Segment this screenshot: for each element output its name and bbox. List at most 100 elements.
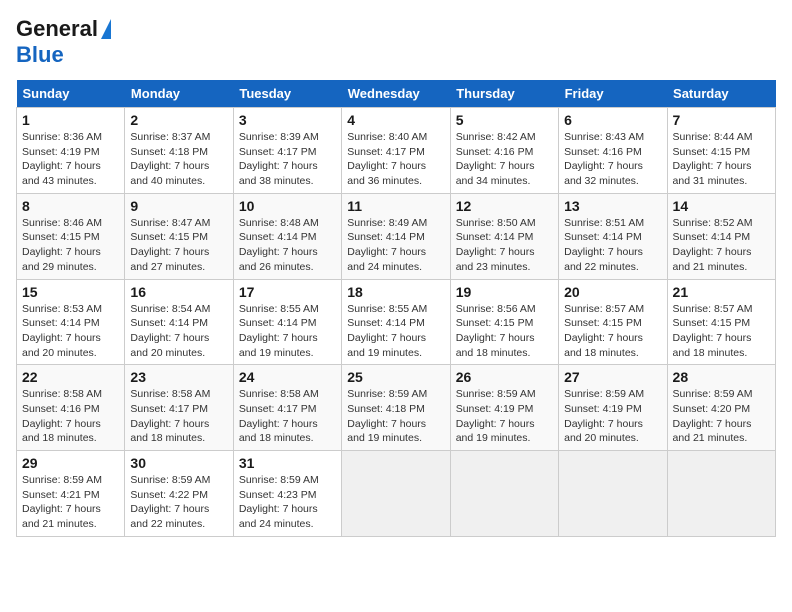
calendar-cell: 26Sunrise: 8:59 AM Sunset: 4:19 PM Dayli… (450, 365, 558, 451)
day-number: 7 (673, 112, 770, 128)
day-number: 1 (22, 112, 119, 128)
day-number: 11 (347, 198, 444, 214)
day-info: Sunrise: 8:59 AM Sunset: 4:22 PM Dayligh… (130, 473, 227, 532)
calendar-cell: 29 Sunrise: 8:59 AM Sunset: 4:21 PM Dayli… (17, 451, 125, 537)
day-info: Sunrise: 8:55 AM Sunset: 4:14 PM Dayligh… (239, 302, 336, 361)
calendar-cell: 27 Sunrise: 8:59 AM Sunset: 4:19 PM Dayli… (559, 365, 667, 451)
header-thursday: Thursday (450, 80, 558, 108)
calendar-cell: 1 Sunrise: 8:36 AM Sunset: 4:19 PM Daylig… (17, 108, 125, 194)
day-info: Sunrise: 8:59 AM Sunset: 4:19 PM Dayligh… (564, 387, 661, 446)
day-number: 2 (130, 112, 227, 128)
day-info: Sunrise: 8:36 AM Sunset: 4:19 PM Dayligh… (22, 130, 119, 189)
logo-arrow-icon (101, 19, 111, 39)
day-info: Sunrise: 8:59 AM Sunset: 4:18 PM Dayligh… (347, 387, 444, 446)
day-number: 18 (347, 284, 444, 300)
calendar-cell: 12 Sunrise: 8:50 AM Sunset: 4:14 PM Dayli… (450, 193, 558, 279)
header-tuesday: Tuesday (233, 80, 341, 108)
day-info: Sunrise: 8:52 AM Sunset: 4:14 PM Dayligh… (673, 216, 770, 275)
calendar-cell: 7 Sunrise: 8:44 AM Sunset: 4:15 PM Daylig… (667, 108, 775, 194)
calendar-cell: 15Sunrise: 8:53 AM Sunset: 4:14 PM Dayli… (17, 279, 125, 365)
day-info: Sunrise: 8:37 AM Sunset: 4:18 PM Dayligh… (130, 130, 227, 189)
week-row-1: 1 Sunrise: 8:36 AM Sunset: 4:19 PM Daylig… (17, 108, 776, 194)
day-info: Sunrise: 8:55 AM Sunset: 4:14 PM Dayligh… (347, 302, 444, 361)
calendar-cell: 31Sunrise: 8:59 AM Sunset: 4:23 PM Dayli… (233, 451, 341, 537)
calendar-cell: 18 Sunrise: 8:55 AM Sunset: 4:14 PM Dayli… (342, 279, 450, 365)
calendar-body: 1 Sunrise: 8:36 AM Sunset: 4:19 PM Daylig… (17, 108, 776, 537)
day-info: Sunrise: 8:53 AM Sunset: 4:14 PM Dayligh… (22, 302, 119, 361)
day-info: Sunrise: 8:46 AM Sunset: 4:15 PM Dayligh… (22, 216, 119, 275)
day-info: Sunrise: 8:51 AM Sunset: 4:14 PM Dayligh… (564, 216, 661, 275)
day-number: 29 (22, 455, 119, 471)
day-number: 19 (456, 284, 553, 300)
day-info: Sunrise: 8:59 AM Sunset: 4:23 PM Dayligh… (239, 473, 336, 532)
day-info: Sunrise: 8:58 AM Sunset: 4:17 PM Dayligh… (239, 387, 336, 446)
header-friday: Friday (559, 80, 667, 108)
day-info: Sunrise: 8:49 AM Sunset: 4:14 PM Dayligh… (347, 216, 444, 275)
day-info: Sunrise: 8:42 AM Sunset: 4:16 PM Dayligh… (456, 130, 553, 189)
calendar-cell: 13 Sunrise: 8:51 AM Sunset: 4:14 PM Dayli… (559, 193, 667, 279)
day-number: 6 (564, 112, 661, 128)
calendar-header-row: SundayMondayTuesdayWednesdayThursdayFrid… (17, 80, 776, 108)
day-number: 12 (456, 198, 553, 214)
day-info: Sunrise: 8:57 AM Sunset: 4:15 PM Dayligh… (564, 302, 661, 361)
calendar-cell: 4 Sunrise: 8:40 AM Sunset: 4:17 PM Daylig… (342, 108, 450, 194)
day-info: Sunrise: 8:59 AM Sunset: 4:21 PM Dayligh… (22, 473, 119, 532)
header: General Blue (16, 16, 776, 68)
day-info: Sunrise: 8:44 AM Sunset: 4:15 PM Dayligh… (673, 130, 770, 189)
calendar-cell: 23 Sunrise: 8:58 AM Sunset: 4:17 PM Dayli… (125, 365, 233, 451)
calendar-cell: 24Sunrise: 8:58 AM Sunset: 4:17 PM Dayli… (233, 365, 341, 451)
day-number: 10 (239, 198, 336, 214)
header-saturday: Saturday (667, 80, 775, 108)
calendar-cell: 2 Sunrise: 8:37 AM Sunset: 4:18 PM Daylig… (125, 108, 233, 194)
day-number: 28 (673, 369, 770, 385)
day-info: Sunrise: 8:40 AM Sunset: 4:17 PM Dayligh… (347, 130, 444, 189)
calendar-cell: 8 Sunrise: 8:46 AM Sunset: 4:15 PM Daylig… (17, 193, 125, 279)
calendar-cell: 6 Sunrise: 8:43 AM Sunset: 4:16 PM Daylig… (559, 108, 667, 194)
day-number: 27 (564, 369, 661, 385)
calendar-cell: 5 Sunrise: 8:42 AM Sunset: 4:16 PM Daylig… (450, 108, 558, 194)
week-row-4: 22Sunrise: 8:58 AM Sunset: 4:16 PM Dayli… (17, 365, 776, 451)
calendar-cell: 25 Sunrise: 8:59 AM Sunset: 4:18 PM Dayli… (342, 365, 450, 451)
day-number: 8 (22, 198, 119, 214)
week-row-5: 29 Sunrise: 8:59 AM Sunset: 4:21 PM Dayli… (17, 451, 776, 537)
day-number: 4 (347, 112, 444, 128)
calendar-cell (450, 451, 558, 537)
day-info: Sunrise: 8:57 AM Sunset: 4:15 PM Dayligh… (673, 302, 770, 361)
calendar-cell: 9 Sunrise: 8:47 AM Sunset: 4:15 PM Daylig… (125, 193, 233, 279)
day-info: Sunrise: 8:59 AM Sunset: 4:19 PM Dayligh… (456, 387, 553, 446)
day-number: 23 (130, 369, 227, 385)
calendar-cell: 10 Sunrise: 8:48 AM Sunset: 4:14 PM Dayli… (233, 193, 341, 279)
calendar-cell (559, 451, 667, 537)
day-number: 22 (22, 369, 119, 385)
calendar-table: SundayMondayTuesdayWednesdayThursdayFrid… (16, 80, 776, 537)
calendar-cell: 30Sunrise: 8:59 AM Sunset: 4:22 PM Dayli… (125, 451, 233, 537)
day-info: Sunrise: 8:59 AM Sunset: 4:20 PM Dayligh… (673, 387, 770, 446)
day-info: Sunrise: 8:48 AM Sunset: 4:14 PM Dayligh… (239, 216, 336, 275)
day-info: Sunrise: 8:47 AM Sunset: 4:15 PM Dayligh… (130, 216, 227, 275)
calendar-cell: 28 Sunrise: 8:59 AM Sunset: 4:20 PM Dayli… (667, 365, 775, 451)
day-number: 14 (673, 198, 770, 214)
day-number: 9 (130, 198, 227, 214)
logo-blue: Blue (16, 42, 64, 67)
day-info: Sunrise: 8:58 AM Sunset: 4:17 PM Dayligh… (130, 387, 227, 446)
calendar-cell (342, 451, 450, 537)
day-number: 25 (347, 369, 444, 385)
calendar-cell: 3Sunrise: 8:39 AM Sunset: 4:17 PM Daylig… (233, 108, 341, 194)
day-info: Sunrise: 8:43 AM Sunset: 4:16 PM Dayligh… (564, 130, 661, 189)
day-number: 20 (564, 284, 661, 300)
calendar-cell: 19Sunrise: 8:56 AM Sunset: 4:15 PM Dayli… (450, 279, 558, 365)
day-info: Sunrise: 8:50 AM Sunset: 4:14 PM Dayligh… (456, 216, 553, 275)
calendar-cell: 11 Sunrise: 8:49 AM Sunset: 4:14 PM Dayli… (342, 193, 450, 279)
day-number: 13 (564, 198, 661, 214)
header-monday: Monday (125, 80, 233, 108)
logo-general: General (16, 16, 98, 42)
header-sunday: Sunday (17, 80, 125, 108)
week-row-2: 8 Sunrise: 8:46 AM Sunset: 4:15 PM Daylig… (17, 193, 776, 279)
day-info: Sunrise: 8:39 AM Sunset: 4:17 PM Dayligh… (239, 130, 336, 189)
day-number: 21 (673, 284, 770, 300)
calendar-cell: 14 Sunrise: 8:52 AM Sunset: 4:14 PM Dayli… (667, 193, 775, 279)
week-row-3: 15Sunrise: 8:53 AM Sunset: 4:14 PM Dayli… (17, 279, 776, 365)
calendar-cell: 16Sunrise: 8:54 AM Sunset: 4:14 PM Dayli… (125, 279, 233, 365)
logo: General Blue (16, 16, 111, 68)
day-number: 5 (456, 112, 553, 128)
